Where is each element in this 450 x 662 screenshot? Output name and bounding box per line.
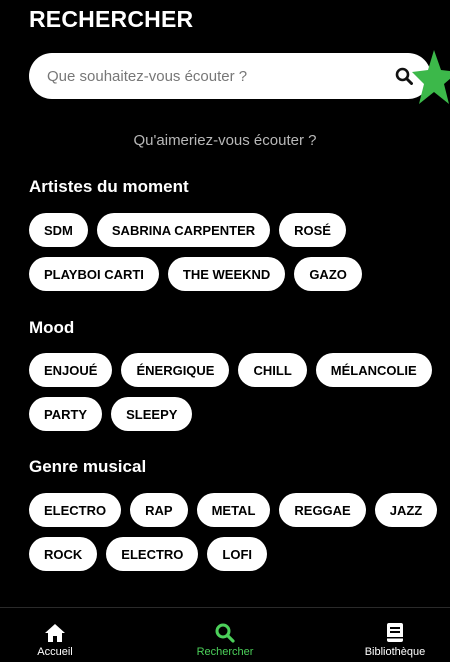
chip-mood[interactable]: PARTY bbox=[29, 397, 103, 431]
nav-item-rechercher[interactable]: Rechercher bbox=[170, 608, 280, 662]
chip-genre[interactable]: METAL bbox=[196, 493, 271, 527]
home-icon bbox=[45, 624, 65, 642]
chip-genre[interactable]: JAZZ bbox=[374, 493, 438, 527]
page-title: RECHERCHER bbox=[29, 6, 194, 32]
nav-label-bibliotheque: Bibliothèque bbox=[364, 646, 426, 658]
chip-mood[interactable]: ENJOUÉ bbox=[29, 353, 113, 387]
star-icon bbox=[412, 50, 450, 104]
chip-artist[interactable]: PLAYBOI CARTI bbox=[29, 257, 159, 291]
search-icon bbox=[215, 623, 235, 643]
search-prompt: Qu'aimeriez-vous écouter ? bbox=[133, 132, 317, 149]
nav-item-bibliotheque[interactable]: Bibliothèque bbox=[340, 608, 450, 662]
chip-artist[interactable]: SABRINA CARPENTER bbox=[96, 213, 271, 247]
nav-item-accueil[interactable]: Accueil bbox=[0, 608, 110, 662]
chip-mood[interactable]: ÉNERGIQUE bbox=[121, 353, 230, 387]
search-bar[interactable] bbox=[29, 53, 431, 99]
chip-mood[interactable]: CHILL bbox=[238, 353, 307, 387]
nav-label-rechercher: Rechercher bbox=[196, 646, 254, 658]
section-title-artists: Artistes du moment bbox=[29, 177, 189, 196]
chip-genre[interactable]: RAP bbox=[130, 493, 188, 527]
chip-genre[interactable]: ELECTRO bbox=[29, 493, 122, 527]
chips-genre: ELECTRO RAP METAL REGGAE JAZZ ROCK ELECT… bbox=[29, 493, 439, 571]
chip-mood[interactable]: SLEEPY bbox=[111, 397, 193, 431]
bottom-nav: Accueil Rechercher Bibliothèque bbox=[0, 607, 450, 662]
chip-genre[interactable]: ELECTRO bbox=[106, 537, 199, 571]
chip-artist[interactable]: GAZO bbox=[294, 257, 362, 291]
search-input[interactable] bbox=[45, 66, 393, 86]
chip-genre[interactable]: REGGAE bbox=[279, 493, 366, 527]
book-icon bbox=[387, 623, 403, 642]
chips-artists: SDM SABRINA CARPENTER ROSÉ PLAYBOI CARTI… bbox=[29, 213, 439, 291]
chip-artist[interactable]: SDM bbox=[29, 213, 88, 247]
chip-mood[interactable]: MÉLANCOLIE bbox=[315, 353, 432, 387]
chips-mood: ENJOUÉ ÉNERGIQUE CHILL MÉLANCOLIE PARTY … bbox=[29, 353, 439, 431]
nav-label-accueil: Accueil bbox=[37, 646, 73, 658]
section-title-mood: Mood bbox=[29, 318, 75, 337]
chip-artist[interactable]: THE WEEKND bbox=[167, 257, 286, 291]
chip-genre[interactable]: ROCK bbox=[29, 537, 98, 571]
chip-artist[interactable]: ROSÉ bbox=[279, 213, 346, 247]
section-title-genre: Genre musical bbox=[29, 457, 147, 476]
chip-genre[interactable]: LOFI bbox=[207, 537, 268, 571]
